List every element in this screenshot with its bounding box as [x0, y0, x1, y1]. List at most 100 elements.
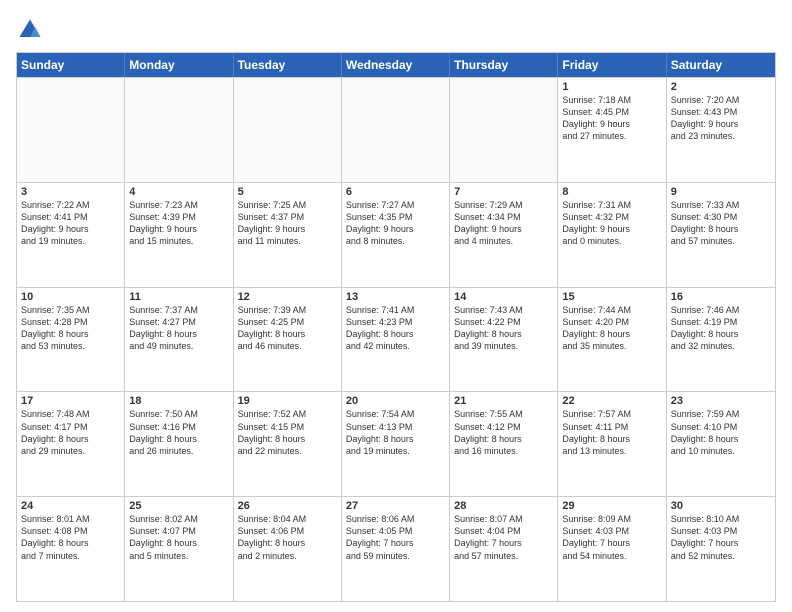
calendar-cell: 5Sunrise: 7:25 AM Sunset: 4:37 PM Daylig…	[234, 183, 342, 287]
logo	[16, 16, 48, 44]
day-info: Sunrise: 7:22 AM Sunset: 4:41 PM Dayligh…	[21, 199, 120, 248]
logo-icon	[16, 16, 44, 44]
calendar-cell	[234, 78, 342, 182]
day-info: Sunrise: 7:50 AM Sunset: 4:16 PM Dayligh…	[129, 408, 228, 457]
day-info: Sunrise: 7:54 AM Sunset: 4:13 PM Dayligh…	[346, 408, 445, 457]
day-info: Sunrise: 7:25 AM Sunset: 4:37 PM Dayligh…	[238, 199, 337, 248]
weekday-header-friday: Friday	[558, 53, 666, 77]
day-info: Sunrise: 7:59 AM Sunset: 4:10 PM Dayligh…	[671, 408, 771, 457]
day-number: 17	[21, 395, 120, 407]
day-info: Sunrise: 7:29 AM Sunset: 4:34 PM Dayligh…	[454, 199, 553, 248]
day-info: Sunrise: 7:27 AM Sunset: 4:35 PM Dayligh…	[346, 199, 445, 248]
calendar-cell: 6Sunrise: 7:27 AM Sunset: 4:35 PM Daylig…	[342, 183, 450, 287]
day-number: 23	[671, 395, 771, 407]
calendar-cell: 9Sunrise: 7:33 AM Sunset: 4:30 PM Daylig…	[667, 183, 775, 287]
calendar-cell: 21Sunrise: 7:55 AM Sunset: 4:12 PM Dayli…	[450, 392, 558, 496]
weekday-header-wednesday: Wednesday	[342, 53, 450, 77]
day-number: 6	[346, 186, 445, 198]
weekday-header-tuesday: Tuesday	[234, 53, 342, 77]
day-number: 14	[454, 291, 553, 303]
day-number: 7	[454, 186, 553, 198]
day-number: 15	[562, 291, 661, 303]
calendar-week-2: 3Sunrise: 7:22 AM Sunset: 4:41 PM Daylig…	[17, 182, 775, 287]
calendar-cell: 10Sunrise: 7:35 AM Sunset: 4:28 PM Dayli…	[17, 288, 125, 392]
day-number: 18	[129, 395, 228, 407]
calendar-cell: 8Sunrise: 7:31 AM Sunset: 4:32 PM Daylig…	[558, 183, 666, 287]
calendar-cell: 18Sunrise: 7:50 AM Sunset: 4:16 PM Dayli…	[125, 392, 233, 496]
day-number: 13	[346, 291, 445, 303]
day-info: Sunrise: 8:02 AM Sunset: 4:07 PM Dayligh…	[129, 513, 228, 562]
calendar-cell: 22Sunrise: 7:57 AM Sunset: 4:11 PM Dayli…	[558, 392, 666, 496]
calendar-cell	[342, 78, 450, 182]
day-number: 21	[454, 395, 553, 407]
calendar-header: SundayMondayTuesdayWednesdayThursdayFrid…	[17, 53, 775, 77]
day-number: 28	[454, 500, 553, 512]
calendar-cell: 24Sunrise: 8:01 AM Sunset: 4:08 PM Dayli…	[17, 497, 125, 601]
calendar-week-4: 17Sunrise: 7:48 AM Sunset: 4:17 PM Dayli…	[17, 391, 775, 496]
calendar-cell: 2Sunrise: 7:20 AM Sunset: 4:43 PM Daylig…	[667, 78, 775, 182]
day-info: Sunrise: 8:06 AM Sunset: 4:05 PM Dayligh…	[346, 513, 445, 562]
calendar-cell: 13Sunrise: 7:41 AM Sunset: 4:23 PM Dayli…	[342, 288, 450, 392]
day-number: 30	[671, 500, 771, 512]
page-header	[16, 16, 776, 44]
calendar-body: 1Sunrise: 7:18 AM Sunset: 4:45 PM Daylig…	[17, 77, 775, 601]
day-info: Sunrise: 8:09 AM Sunset: 4:03 PM Dayligh…	[562, 513, 661, 562]
calendar-cell: 26Sunrise: 8:04 AM Sunset: 4:06 PM Dayli…	[234, 497, 342, 601]
day-info: Sunrise: 7:48 AM Sunset: 4:17 PM Dayligh…	[21, 408, 120, 457]
calendar-cell	[125, 78, 233, 182]
day-number: 20	[346, 395, 445, 407]
weekday-header-thursday: Thursday	[450, 53, 558, 77]
day-number: 9	[671, 186, 771, 198]
day-number: 2	[671, 81, 771, 93]
calendar-cell: 7Sunrise: 7:29 AM Sunset: 4:34 PM Daylig…	[450, 183, 558, 287]
calendar-cell: 19Sunrise: 7:52 AM Sunset: 4:15 PM Dayli…	[234, 392, 342, 496]
calendar-week-3: 10Sunrise: 7:35 AM Sunset: 4:28 PM Dayli…	[17, 287, 775, 392]
calendar-cell: 12Sunrise: 7:39 AM Sunset: 4:25 PM Dayli…	[234, 288, 342, 392]
calendar-cell: 30Sunrise: 8:10 AM Sunset: 4:03 PM Dayli…	[667, 497, 775, 601]
calendar-cell: 27Sunrise: 8:06 AM Sunset: 4:05 PM Dayli…	[342, 497, 450, 601]
day-number: 24	[21, 500, 120, 512]
day-number: 11	[129, 291, 228, 303]
day-info: Sunrise: 7:52 AM Sunset: 4:15 PM Dayligh…	[238, 408, 337, 457]
day-info: Sunrise: 7:37 AM Sunset: 4:27 PM Dayligh…	[129, 304, 228, 353]
calendar-cell: 17Sunrise: 7:48 AM Sunset: 4:17 PM Dayli…	[17, 392, 125, 496]
weekday-header-saturday: Saturday	[667, 53, 775, 77]
day-info: Sunrise: 8:01 AM Sunset: 4:08 PM Dayligh…	[21, 513, 120, 562]
day-number: 4	[129, 186, 228, 198]
day-info: Sunrise: 7:41 AM Sunset: 4:23 PM Dayligh…	[346, 304, 445, 353]
weekday-header-sunday: Sunday	[17, 53, 125, 77]
day-info: Sunrise: 7:31 AM Sunset: 4:32 PM Dayligh…	[562, 199, 661, 248]
day-number: 1	[562, 81, 661, 93]
calendar-cell: 1Sunrise: 7:18 AM Sunset: 4:45 PM Daylig…	[558, 78, 666, 182]
day-info: Sunrise: 8:07 AM Sunset: 4:04 PM Dayligh…	[454, 513, 553, 562]
calendar-cell: 29Sunrise: 8:09 AM Sunset: 4:03 PM Dayli…	[558, 497, 666, 601]
calendar: SundayMondayTuesdayWednesdayThursdayFrid…	[16, 52, 776, 602]
day-info: Sunrise: 8:10 AM Sunset: 4:03 PM Dayligh…	[671, 513, 771, 562]
calendar-cell: 25Sunrise: 8:02 AM Sunset: 4:07 PM Dayli…	[125, 497, 233, 601]
day-number: 5	[238, 186, 337, 198]
day-number: 26	[238, 500, 337, 512]
day-info: Sunrise: 7:55 AM Sunset: 4:12 PM Dayligh…	[454, 408, 553, 457]
calendar-cell: 16Sunrise: 7:46 AM Sunset: 4:19 PM Dayli…	[667, 288, 775, 392]
day-info: Sunrise: 7:18 AM Sunset: 4:45 PM Dayligh…	[562, 94, 661, 143]
calendar-cell	[450, 78, 558, 182]
calendar-week-5: 24Sunrise: 8:01 AM Sunset: 4:08 PM Dayli…	[17, 496, 775, 601]
day-info: Sunrise: 7:43 AM Sunset: 4:22 PM Dayligh…	[454, 304, 553, 353]
calendar-cell: 23Sunrise: 7:59 AM Sunset: 4:10 PM Dayli…	[667, 392, 775, 496]
day-number: 16	[671, 291, 771, 303]
day-info: Sunrise: 7:23 AM Sunset: 4:39 PM Dayligh…	[129, 199, 228, 248]
calendar-cell: 15Sunrise: 7:44 AM Sunset: 4:20 PM Dayli…	[558, 288, 666, 392]
calendar-cell: 4Sunrise: 7:23 AM Sunset: 4:39 PM Daylig…	[125, 183, 233, 287]
day-number: 3	[21, 186, 120, 198]
calendar-cell: 11Sunrise: 7:37 AM Sunset: 4:27 PM Dayli…	[125, 288, 233, 392]
day-info: Sunrise: 8:04 AM Sunset: 4:06 PM Dayligh…	[238, 513, 337, 562]
day-number: 27	[346, 500, 445, 512]
day-number: 10	[21, 291, 120, 303]
day-info: Sunrise: 7:39 AM Sunset: 4:25 PM Dayligh…	[238, 304, 337, 353]
day-number: 22	[562, 395, 661, 407]
calendar-week-1: 1Sunrise: 7:18 AM Sunset: 4:45 PM Daylig…	[17, 77, 775, 182]
day-info: Sunrise: 7:46 AM Sunset: 4:19 PM Dayligh…	[671, 304, 771, 353]
day-number: 19	[238, 395, 337, 407]
weekday-header-monday: Monday	[125, 53, 233, 77]
calendar-cell: 20Sunrise: 7:54 AM Sunset: 4:13 PM Dayli…	[342, 392, 450, 496]
